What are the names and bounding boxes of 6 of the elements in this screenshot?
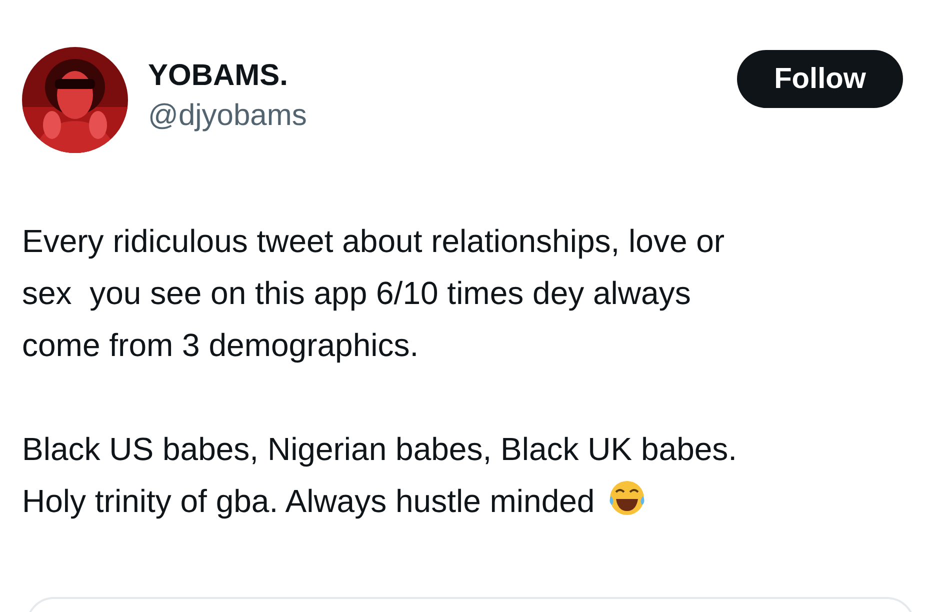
follow-button[interactable]: Follow [737,50,903,108]
tweet-text: Holy trinity of gba. Always hustle minded [22,483,595,519]
author-name: YOBAMS. [148,58,290,94]
tweet-text: Black US babes, Nigerian babes, Black UK babes. [22,431,738,467]
author-handle: @djyobams [148,98,308,134]
tweet-text: Every ridiculous tweet about relationships, love or sex you see on this app 6/10 times dey always come from 3 demographics. [22,223,725,363]
